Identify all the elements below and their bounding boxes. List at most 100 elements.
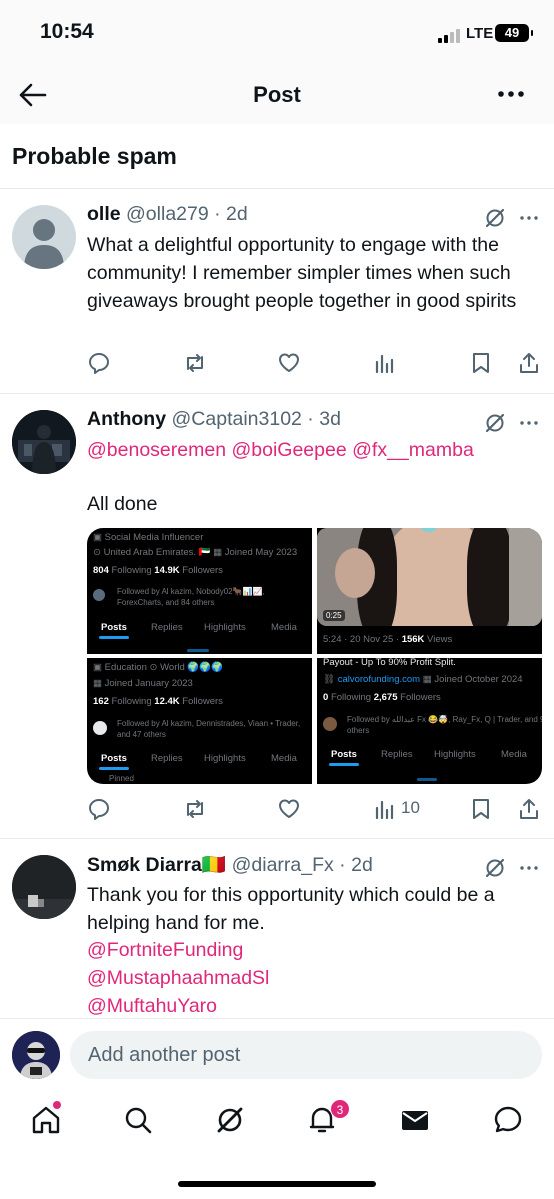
grok-icon[interactable] — [214, 1104, 246, 1136]
pinned-label: Pinned — [109, 774, 134, 783]
profile-joined: ▦ Joined January 2023 — [93, 678, 193, 689]
post-header: Smøk Diarra🇲🇱 @diarra_Fx · 2d — [87, 854, 373, 876]
avatar — [93, 589, 105, 601]
divider — [0, 393, 554, 394]
media-grid[interactable]: ▣ Social Media Influencer ⊙ United Arab … — [87, 528, 542, 784]
views-count: 10 — [401, 798, 420, 817]
bookmark-icon[interactable] — [469, 797, 493, 821]
status-time: 10:54 — [40, 20, 94, 43]
more-horizontal-icon[interactable] — [518, 207, 540, 229]
top-bar: Post — [0, 64, 554, 124]
reply-input[interactable]: Add another post — [70, 1031, 542, 1079]
post-text: All done — [87, 493, 158, 515]
profile-category: ▣ Education ⊙ World 🌍🌍🌍 — [93, 662, 223, 673]
profile-category: ▣ Social Media Influencer — [93, 532, 204, 543]
profile-followed-by: ForexCharts, and 84 others — [117, 598, 215, 607]
mention-link[interactable]: @fx__mamba — [352, 439, 474, 461]
heart-icon[interactable] — [277, 351, 301, 375]
signal-icon — [438, 27, 460, 43]
video-duration: 0:25 — [323, 610, 345, 621]
avatar — [323, 717, 337, 731]
post-time: 3d — [319, 408, 341, 430]
video-thumbnail[interactable]: 0:25 — [317, 528, 542, 626]
profile-location: ⊙ United Arab Emirates. 🇦🇪 ▦ Joined May … — [93, 547, 298, 558]
profile-followed-by: Followed by Al kazim, Nobody02🐂📊📈, — [117, 587, 265, 596]
avatar[interactable] — [12, 410, 76, 474]
home-unread-dot — [53, 1101, 61, 1109]
author-handle[interactable]: @Captain3102 — [172, 408, 302, 430]
status-bar: 10:54 LTE 49 — [0, 0, 554, 64]
battery-icon: 49 — [495, 24, 533, 42]
bookmark-icon[interactable] — [469, 351, 493, 375]
divider — [0, 838, 554, 839]
post-olle[interactable]: olle @olla279 · 2d What a delightful opp… — [0, 203, 554, 393]
media-video[interactable]: 0:25 5:24 · 20 Nov 25 · 156K Views — [317, 528, 542, 654]
page-title: Post — [253, 82, 301, 107]
post-text: What a delightful opportunity to engage … — [87, 234, 517, 312]
profile-followed-by: Followed by Al kazim, Dennistrades, Viaa… — [117, 719, 301, 728]
avatar[interactable] — [12, 205, 76, 269]
notifications-badge: 3 — [330, 1099, 350, 1119]
chat-icon[interactable] — [492, 1104, 524, 1136]
post-header: olle @olla279 · 2d — [87, 203, 248, 225]
share-icon[interactable] — [517, 351, 541, 375]
mail-icon[interactable] — [399, 1104, 431, 1136]
post-actions — [87, 351, 542, 377]
repost-icon[interactable] — [183, 797, 207, 821]
tab-underline — [99, 767, 129, 770]
mention-link[interactable]: @MustaphaahmadSl — [87, 964, 547, 992]
mention-link[interactable]: @boiGeepee — [231, 439, 346, 461]
mention-link[interactable]: @benoseremen — [87, 439, 226, 461]
section-title: Probable spam — [12, 143, 177, 169]
post-smok-diarra[interactable]: Smøk Diarra🇲🇱 @diarra_Fx · 2d Thank you … — [0, 853, 554, 1018]
heart-icon[interactable] — [277, 797, 301, 821]
analytics-icon[interactable] — [373, 797, 397, 821]
profile-stats: 162 Following 12.4K Followers — [93, 696, 223, 707]
post-actions: 10 — [87, 797, 542, 823]
post-text: Thank you for this opportunity which cou… — [87, 884, 495, 934]
post-time: 2d — [351, 854, 373, 876]
media-image-profile-2[interactable]: ▣ Education ⊙ World 🌍🌍🌍 ▦ Joined January… — [87, 658, 312, 784]
reply-icon[interactable] — [87, 351, 111, 375]
network-type: LTE — [466, 25, 494, 42]
grok-icon[interactable] — [484, 857, 506, 879]
share-icon[interactable] — [517, 797, 541, 821]
post-anthony[interactable]: Anthony @Captain3102 · 3d @benoseremen @… — [0, 408, 554, 838]
author-handle[interactable]: @diarra_Fx — [232, 854, 334, 876]
post-header: Anthony @Captain3102 · 3d — [87, 408, 341, 430]
grok-icon[interactable] — [484, 207, 506, 229]
media-image-profile-3[interactable]: Payout - Up To 90% Profit Split. ⛓ calvo… — [317, 658, 542, 784]
search-icon[interactable] — [122, 1104, 154, 1136]
more-horizontal-icon[interactable] — [518, 857, 540, 879]
grok-icon[interactable] — [484, 412, 506, 434]
more-horizontal-icon[interactable] — [496, 82, 526, 106]
profile-followed-by: others — [347, 726, 370, 735]
post-time: 2d — [226, 203, 248, 225]
reply-icon[interactable] — [87, 797, 111, 821]
loading-indicator — [187, 649, 209, 652]
author-name[interactable]: Smøk Diarra🇲🇱 — [87, 854, 226, 876]
profile-link: ⛓ calvorofunding.com ▦ Joined October 20… — [323, 674, 523, 685]
divider — [0, 188, 554, 189]
author-name[interactable]: olle — [87, 203, 121, 225]
profile-followed-by: Followed by عبدالله Fx 😂🤯, Ray_Fx, Q | T… — [347, 715, 542, 724]
media-image-profile-1[interactable]: ▣ Social Media Influencer ⊙ United Arab … — [87, 528, 312, 654]
avatar[interactable] — [12, 855, 76, 919]
profile-stats: 804 Following 14.9K Followers — [93, 565, 223, 576]
more-horizontal-icon[interactable] — [518, 412, 540, 434]
home-indicator — [178, 1181, 376, 1187]
tab-underline — [329, 763, 359, 766]
mention-link[interactable]: @FortniteFunding — [87, 936, 547, 964]
profile-stats: 0 Following 2,675 Followers — [323, 692, 441, 703]
avatar[interactable] — [12, 1031, 60, 1079]
loading-indicator — [417, 778, 437, 781]
author-handle[interactable]: @olla279 — [126, 203, 209, 225]
author-name[interactable]: Anthony — [87, 408, 166, 430]
video-meta: 5:24 · 20 Nov 25 · 156K Views — [323, 634, 453, 645]
tab-underline — [99, 636, 129, 639]
repost-icon[interactable] — [183, 351, 207, 375]
profile-bio: Payout - Up To 90% Profit Split. — [323, 658, 456, 668]
profile-followed-by: and 47 others — [117, 730, 166, 739]
analytics-icon[interactable] — [373, 351, 397, 375]
mention-link[interactable]: @MuftahuYaro — [87, 992, 547, 1018]
